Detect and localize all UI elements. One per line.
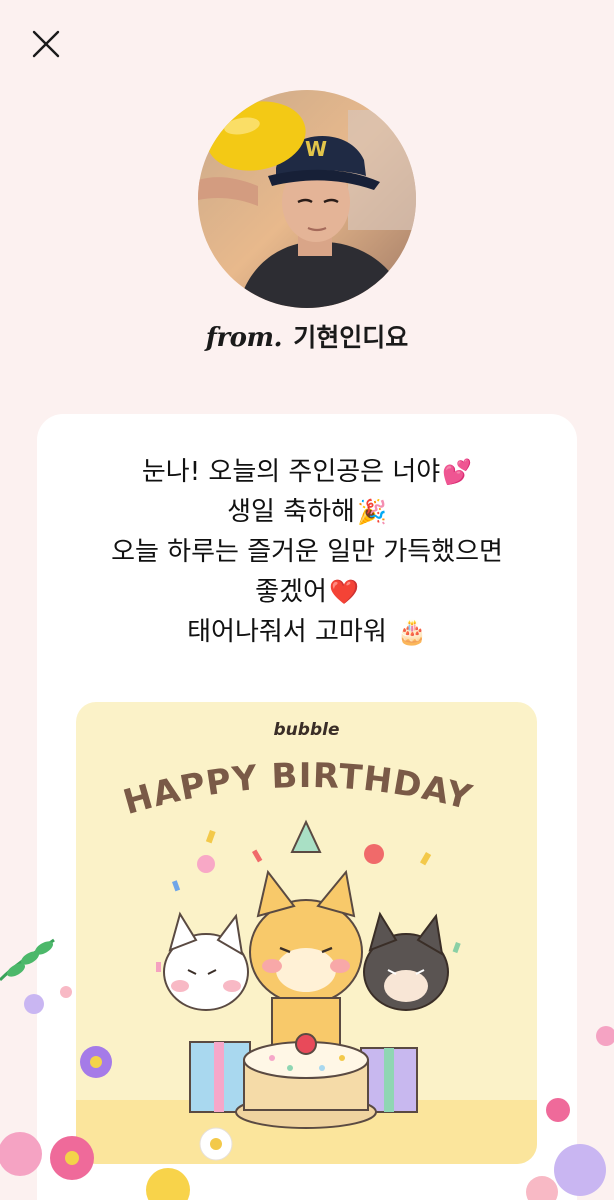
cat-black [363, 911, 449, 1011]
happy-birthday-headline: HAPPY BIRTHDAY! [76, 702, 476, 823]
cat-yellow [249, 819, 363, 1049]
birthday-cake-icon [235, 1033, 377, 1129]
birthday-message-screen: W from. 기현인디요 눈나! 오늘의 주인공은 너야💕 생일 축하해🎉 오… [0, 0, 614, 1200]
sender-avatar: W [198, 90, 416, 308]
message-text: 눈나! 오늘의 주인공은 너야💕 생일 축하해🎉 오늘 하루는 즐거운 일만 가… [0, 452, 614, 652]
cat-white [163, 911, 249, 1011]
party-popper-icon: 🎉 [356, 498, 387, 526]
close-icon [32, 30, 60, 58]
message-line-text: 눈나! 오늘의 주인공은 너야 [141, 457, 441, 487]
message-line: 생일 축하해🎉 [0, 492, 614, 532]
birthday-card-image: bubble HAPPY BIRTHDAY! [76, 702, 537, 1164]
message-line: 오늘 하루는 즐거운 일만 가득했으면 [0, 532, 614, 572]
from-label: from. [205, 323, 283, 353]
svg-text:W: W [305, 137, 327, 161]
message-line: 태어나줘서 고마워 🎂 [0, 612, 614, 652]
sender-name: 기현인디요 [293, 323, 409, 352]
message-line-text: 생일 축하해 [227, 497, 355, 527]
close-button[interactable] [26, 26, 66, 66]
birthday-cake-icon: 🎂 [397, 618, 427, 646]
message-line: 눈나! 오늘의 주인공은 너야💕 [0, 452, 614, 492]
message-line: 좋겠어❤️ [0, 572, 614, 612]
sender-line: from. 기현인디요 [0, 318, 614, 354]
message-line-text: 오늘 하루는 즐거운 일만 가득했으면 [111, 537, 503, 567]
message-line-text: 좋겠어 [255, 577, 327, 607]
message-line-text: 태어나줘서 고마워 [187, 617, 395, 647]
heart-emoji-icon: 💕 [442, 458, 473, 486]
red-heart-icon: ❤️ [328, 578, 359, 606]
birthday-illustration: HAPPY BIRTHDAY! [76, 702, 476, 1129]
